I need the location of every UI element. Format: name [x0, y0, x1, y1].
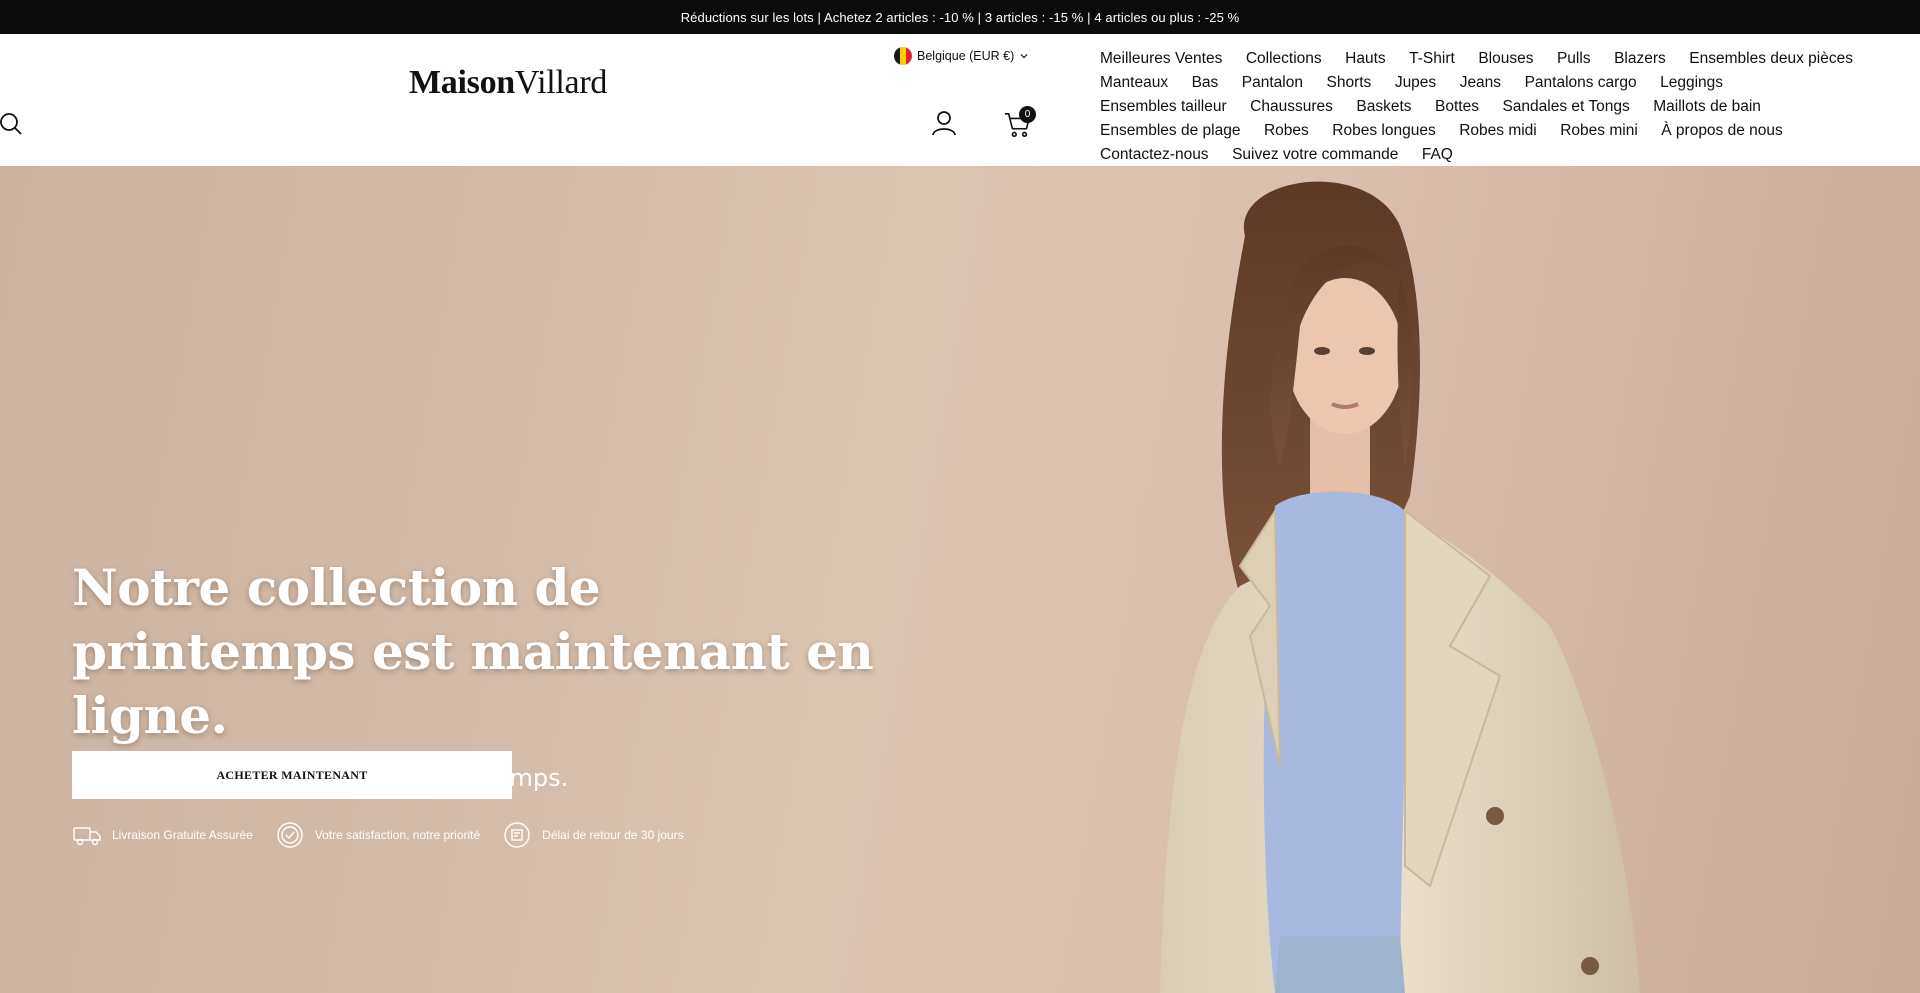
- nav-link[interactable]: À propos de nous: [1661, 122, 1783, 140]
- nav-link[interactable]: FAQ: [1422, 146, 1453, 164]
- nav-link[interactable]: Contactez-nous: [1100, 146, 1209, 164]
- nav-link[interactable]: Jupes: [1395, 74, 1436, 92]
- nav-link[interactable]: Hauts: [1345, 50, 1386, 68]
- usp-label: Votre satisfaction, notre priorité: [314, 828, 481, 842]
- nav-link[interactable]: Ensembles tailleur: [1100, 98, 1227, 116]
- nav-link[interactable]: Robes longues: [1332, 122, 1435, 140]
- nav-link[interactable]: Shorts: [1327, 74, 1372, 92]
- cart-button[interactable]: 0: [1004, 106, 1036, 138]
- hero-banner: Notre collection de printemps est mainte…: [0, 166, 1920, 993]
- nav-row: Ensembles tailleur Chaussures Baskets Botte…: [1100, 95, 1900, 119]
- nav-link[interactable]: Bottes: [1435, 98, 1479, 116]
- usp-item: Votre satisfaction, notre priorité: [275, 821, 480, 849]
- nav-link[interactable]: Pulls: [1557, 50, 1591, 68]
- nav-link[interactable]: Robes midi: [1459, 122, 1537, 140]
- nav-link[interactable]: Jeans: [1460, 74, 1501, 92]
- nav-link[interactable]: Blazers: [1614, 50, 1666, 68]
- logo-part-2: Villard: [514, 64, 608, 101]
- nav-link[interactable]: Robes: [1264, 122, 1309, 140]
- hero-model-image: [1160, 181, 1640, 993]
- nav-link[interactable]: Ensembles deux pièces: [1689, 50, 1853, 68]
- nav-link[interactable]: Blouses: [1478, 50, 1533, 68]
- nav-link[interactable]: Maillots de bain: [1653, 98, 1761, 116]
- cart-count-badge: 0: [1019, 106, 1036, 123]
- nav-link[interactable]: Robes mini: [1560, 122, 1638, 140]
- usp-item: Délai de retour de 30 jours: [502, 821, 684, 849]
- nav-row: Contactez-nous Suivez votre commande FAQ: [1100, 143, 1900, 167]
- announcement-text: Réductions sur les lots | Achetez 2 arti…: [680, 9, 1240, 25]
- nav-link[interactable]: Leggings: [1660, 74, 1723, 92]
- nav-link[interactable]: Suivez votre commande: [1232, 146, 1398, 164]
- chevron-down-icon: [1020, 54, 1028, 59]
- nav-link[interactable]: Meilleures Ventes: [1100, 50, 1222, 68]
- check-badge-icon: [277, 822, 303, 848]
- nav-link[interactable]: Pantalon: [1242, 74, 1303, 92]
- usp-label: Délai de retour de 30 jours: [542, 828, 684, 842]
- nav-row: Meilleures Ventes Collections Hauts T-Shirt…: [1100, 47, 1900, 71]
- nav-link[interactable]: Ensembles de plage: [1100, 122, 1240, 140]
- logo-part-1: Maison: [409, 64, 515, 101]
- nav-row: Ensembles de plage Robes Robes longues Robe…: [1100, 119, 1900, 143]
- shop-now-button[interactable]: ACHETER MAINTENANT: [72, 751, 512, 799]
- truck-icon: [73, 827, 101, 846]
- nav-row: Manteaux Bas Pantalon Shorts Jupes Jeans Panta…: [1100, 71, 1900, 95]
- return-box-icon: [504, 822, 530, 848]
- usp-list: Livraison Gratuite Assurée Votre satisfa…: [72, 821, 684, 849]
- nav-link[interactable]: Chaussures: [1250, 98, 1333, 116]
- nav-link[interactable]: Bas: [1192, 74, 1219, 92]
- search-icon[interactable]: [0, 112, 24, 136]
- announcement-bar: Réductions sur les lots | Achetez 2 arti…: [0, 0, 1920, 34]
- usp-item: Livraison Gratuite Assurée: [72, 821, 253, 849]
- usp-label: Livraison Gratuite Assurée: [112, 828, 253, 842]
- nav-link[interactable]: Manteaux: [1100, 74, 1168, 92]
- site-logo[interactable]: MaisonVillard: [409, 64, 607, 102]
- nav-link[interactable]: Sandales et Tongs: [1502, 98, 1629, 116]
- nav-link[interactable]: Pantalons cargo: [1525, 74, 1637, 92]
- country-selector[interactable]: Belgique (EUR €): [894, 47, 1029, 65]
- hero-title: Notre collection de printemps est mainte…: [72, 558, 874, 745]
- nav-link[interactable]: Baskets: [1356, 98, 1411, 116]
- nav-link[interactable]: Collections: [1246, 50, 1322, 68]
- nav-link[interactable]: T-Shirt: [1409, 50, 1455, 68]
- site-header: MaisonVillard Belgique (EUR €) 0 Meilleu…: [0, 34, 1920, 166]
- belgium-flag-icon: [894, 47, 912, 65]
- account-icon[interactable]: [931, 110, 957, 136]
- main-navigation: Meilleures Ventes Collections Hauts T-Shirt…: [1100, 47, 1900, 167]
- country-label: Belgique (EUR €): [917, 49, 1015, 63]
